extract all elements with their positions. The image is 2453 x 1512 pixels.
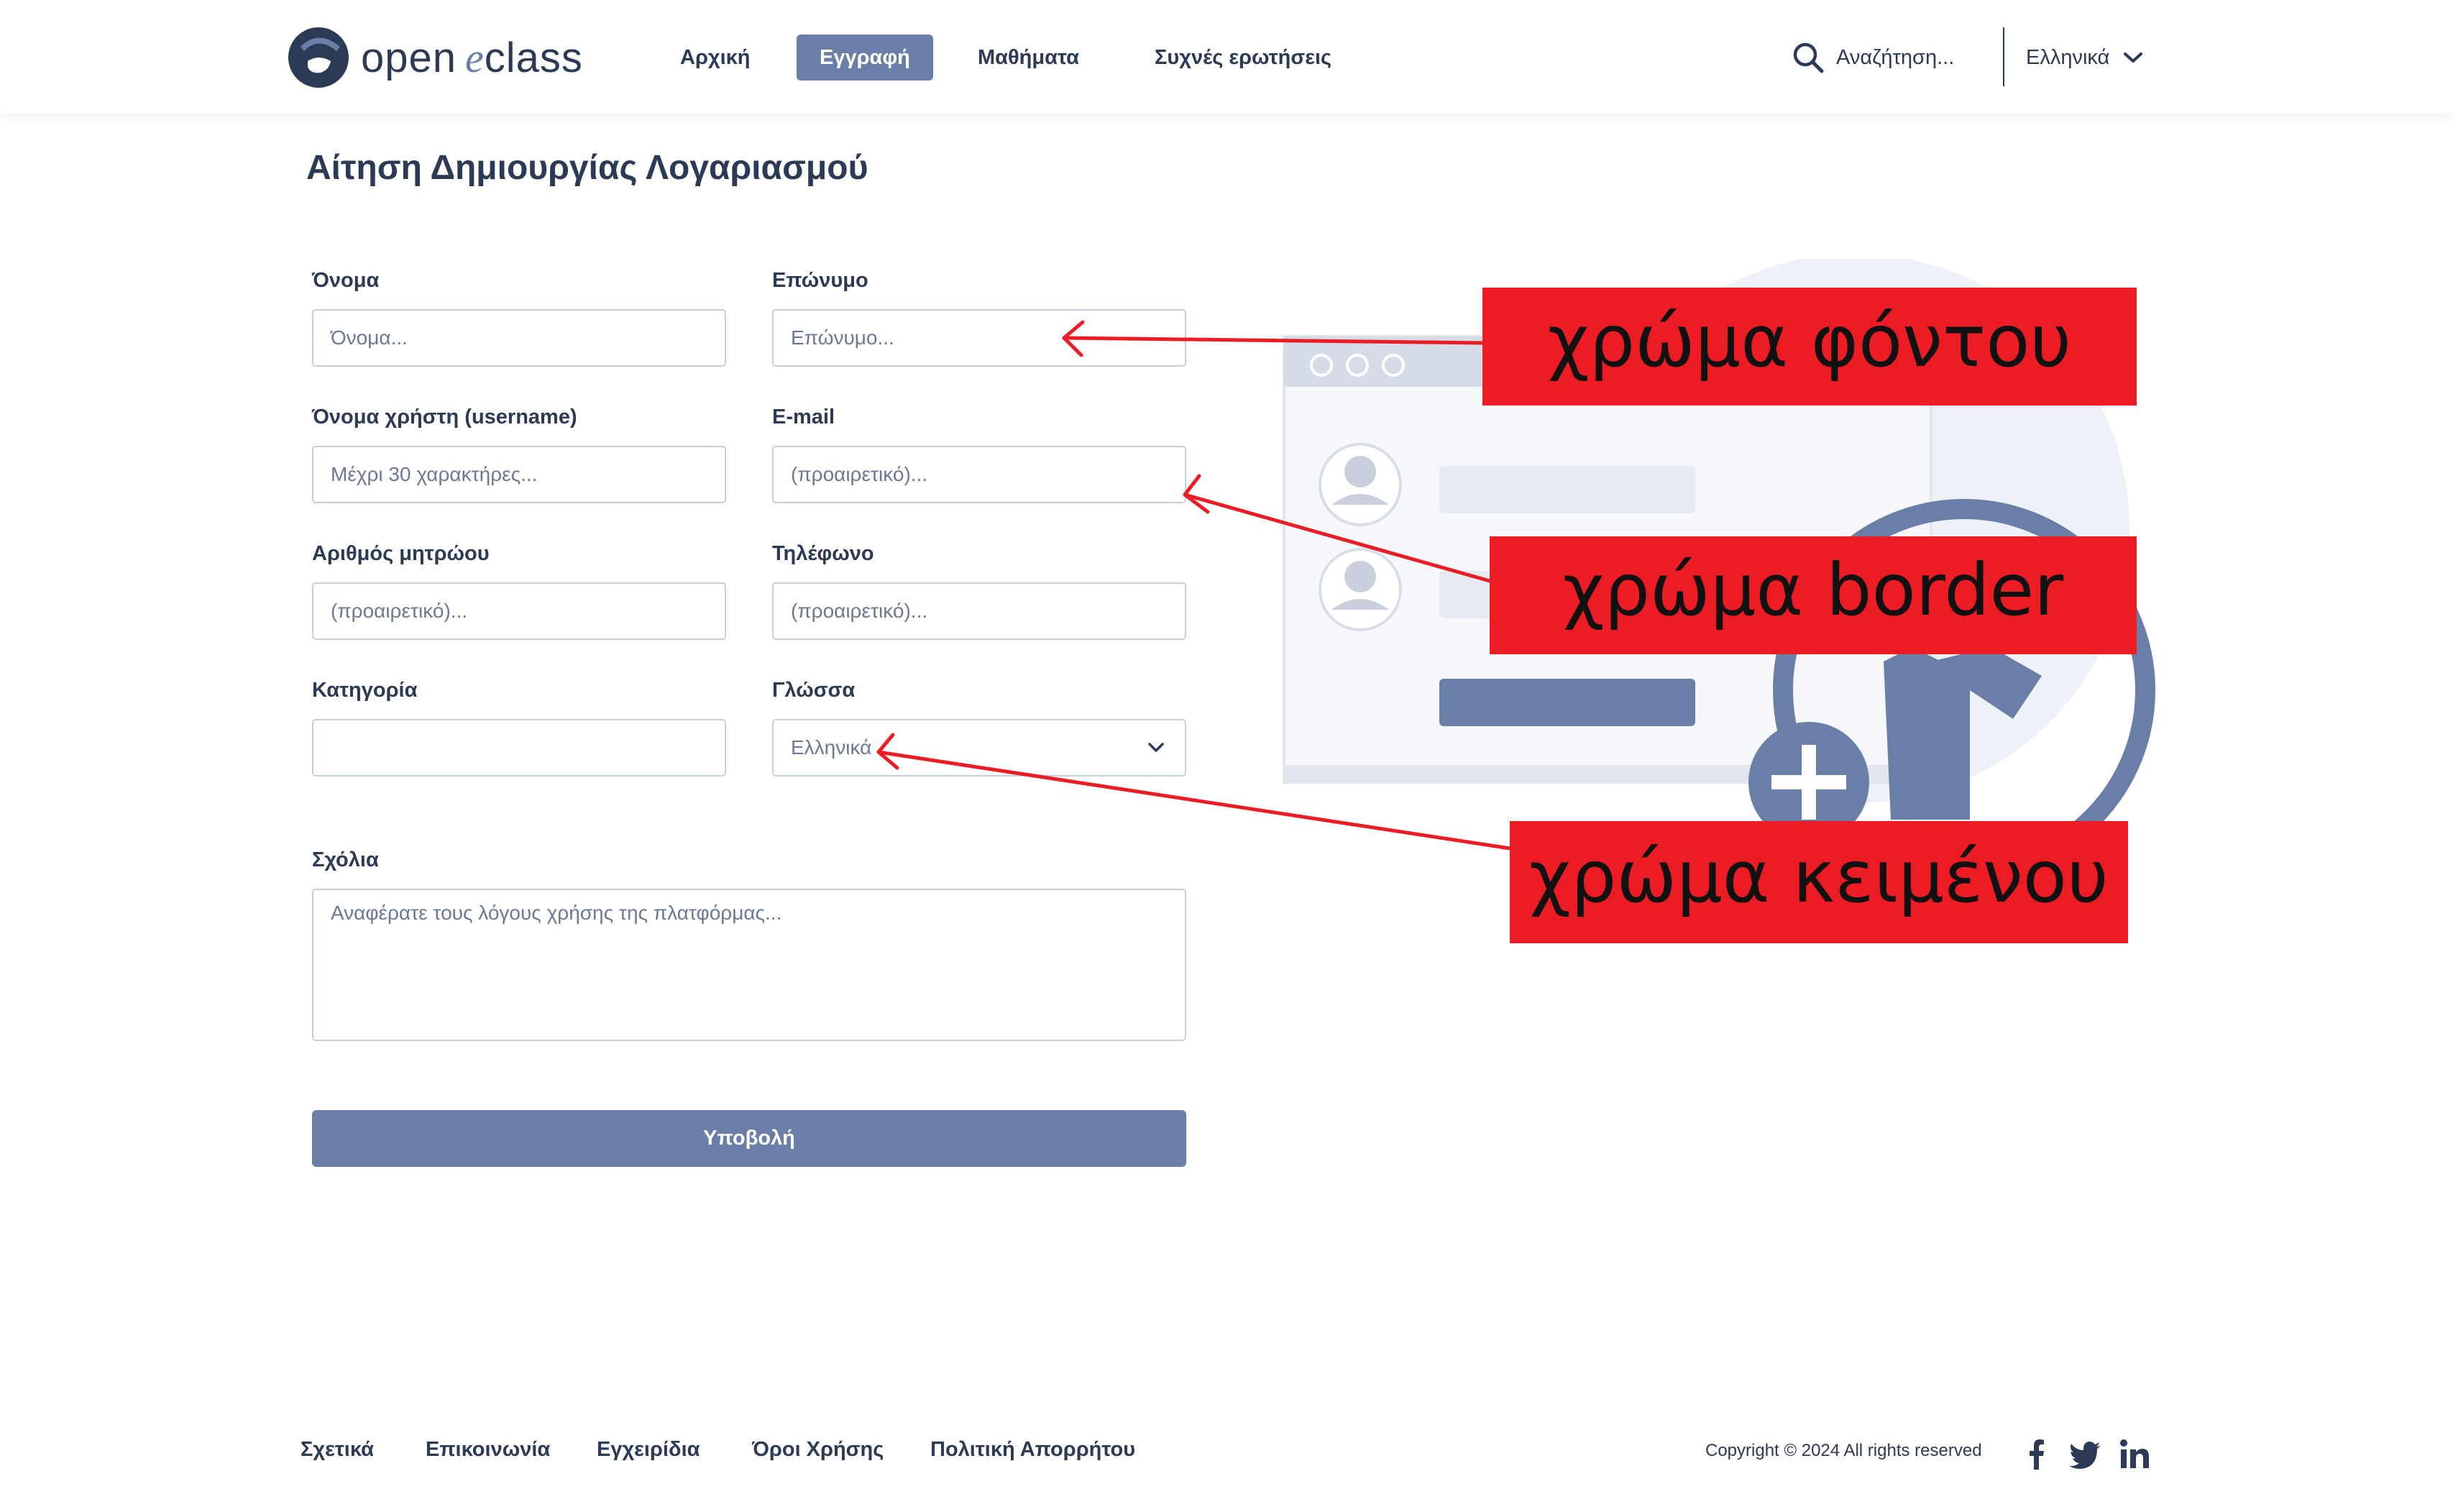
last-name-label: Επώνυμο <box>772 269 868 292</box>
annotation-text: χρώμα κειμένου <box>1510 821 2128 943</box>
annotation-border: χρώμα border <box>1490 536 2137 654</box>
twitter-icon[interactable] <box>2068 1437 2104 1472</box>
page-title: Αίτηση Δημιουργίας Λογαριασμού <box>306 149 868 187</box>
copyright: Copyright © 2024 All rights reserved <box>1705 1441 1982 1460</box>
language-selector[interactable]: Ελληνικά <box>2026 37 2144 78</box>
submit-button[interactable]: Υποβολή <box>312 1110 1186 1167</box>
annotation-background: χρώμα φόντου <box>1482 288 2137 406</box>
nav-register[interactable]: Εγγραφή <box>797 35 933 81</box>
footer-contact[interactable]: Επικοινωνία <box>426 1438 550 1462</box>
last-name-input[interactable]: Επώνυμο... <box>772 309 1186 367</box>
facebook-icon[interactable] <box>2019 1437 2055 1472</box>
chevron-down-icon <box>1148 743 1164 752</box>
language-field-label: Γλώσσα <box>772 679 856 702</box>
category-input[interactable] <box>312 719 726 776</box>
chevron-down-icon <box>2124 52 2143 63</box>
linkedin-icon[interactable] <box>2117 1437 2152 1472</box>
search-placeholder: Αναζήτηση... <box>1836 45 1955 69</box>
language-select[interactable]: Ελληνικά <box>772 719 1186 776</box>
nav-faq[interactable]: Συχνές ερωτήσεις <box>1155 35 1331 81</box>
language-select-value: Ελληνικά <box>791 736 872 759</box>
header-divider <box>2003 27 2004 86</box>
comments-textarea[interactable]: Αναφέρατε τους λόγους χρήσης της πλατφόρ… <box>312 889 1186 1041</box>
phone-input[interactable]: (προαιρετικό)... <box>772 582 1186 640</box>
footer-about[interactable]: Σχετικά <box>301 1438 374 1462</box>
category-label: Κατηγορία <box>312 679 418 702</box>
username-input[interactable]: Μέχρι 30 χαρακτήρες... <box>312 446 726 503</box>
footer-privacy[interactable]: Πολιτική Απορρήτου <box>930 1438 1135 1462</box>
username-label: Όνομα χρήστη (username) <box>312 406 577 429</box>
first-name-input[interactable]: Όνομα... <box>312 309 726 367</box>
footer-terms[interactable]: Όροι Χρήσης <box>752 1438 884 1462</box>
footer-manuals[interactable]: Εγχειρίδια <box>597 1438 700 1462</box>
nav-home[interactable]: Αρχική <box>680 35 751 81</box>
am-label: Αριθμός μητρώου <box>312 542 490 565</box>
nav-courses[interactable]: Μαθήματα <box>978 35 1079 81</box>
logo-icon <box>288 27 349 88</box>
logo[interactable]: open eclass <box>286 23 583 92</box>
am-input[interactable]: (προαιρετικό)... <box>312 582 726 640</box>
logo-text: open eclass <box>361 34 583 81</box>
first-name-label: Όνομα <box>312 269 380 292</box>
email-label: E-mail <box>772 406 835 429</box>
comments-label: Σχόλια <box>312 848 379 871</box>
search-icon[interactable] <box>1792 41 1825 74</box>
email-input[interactable]: (προαιρετικό)... <box>772 446 1186 503</box>
header: open eclass Αρχική Εγγραφή Μαθήματα Συχνέ… <box>0 0 2453 114</box>
language-label: Ελληνικά <box>2026 45 2110 69</box>
phone-label: Τηλέφωνο <box>772 542 874 565</box>
search-box[interactable]: Αναζήτηση... <box>1792 37 1954 78</box>
